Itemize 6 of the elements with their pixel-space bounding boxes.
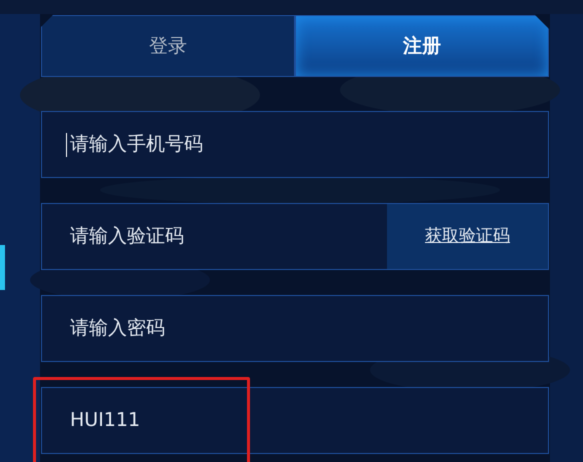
tab[interactable]: 登录 (41, 15, 295, 77)
input-field[interactable]: HUI111 (41, 387, 549, 454)
tab[interactable]: 注册 (295, 15, 549, 77)
accent-bar (0, 245, 5, 290)
input-field[interactable]: 请输入密码 (41, 295, 549, 362)
input-field[interactable]: 请输入手机号码 (41, 111, 549, 178)
